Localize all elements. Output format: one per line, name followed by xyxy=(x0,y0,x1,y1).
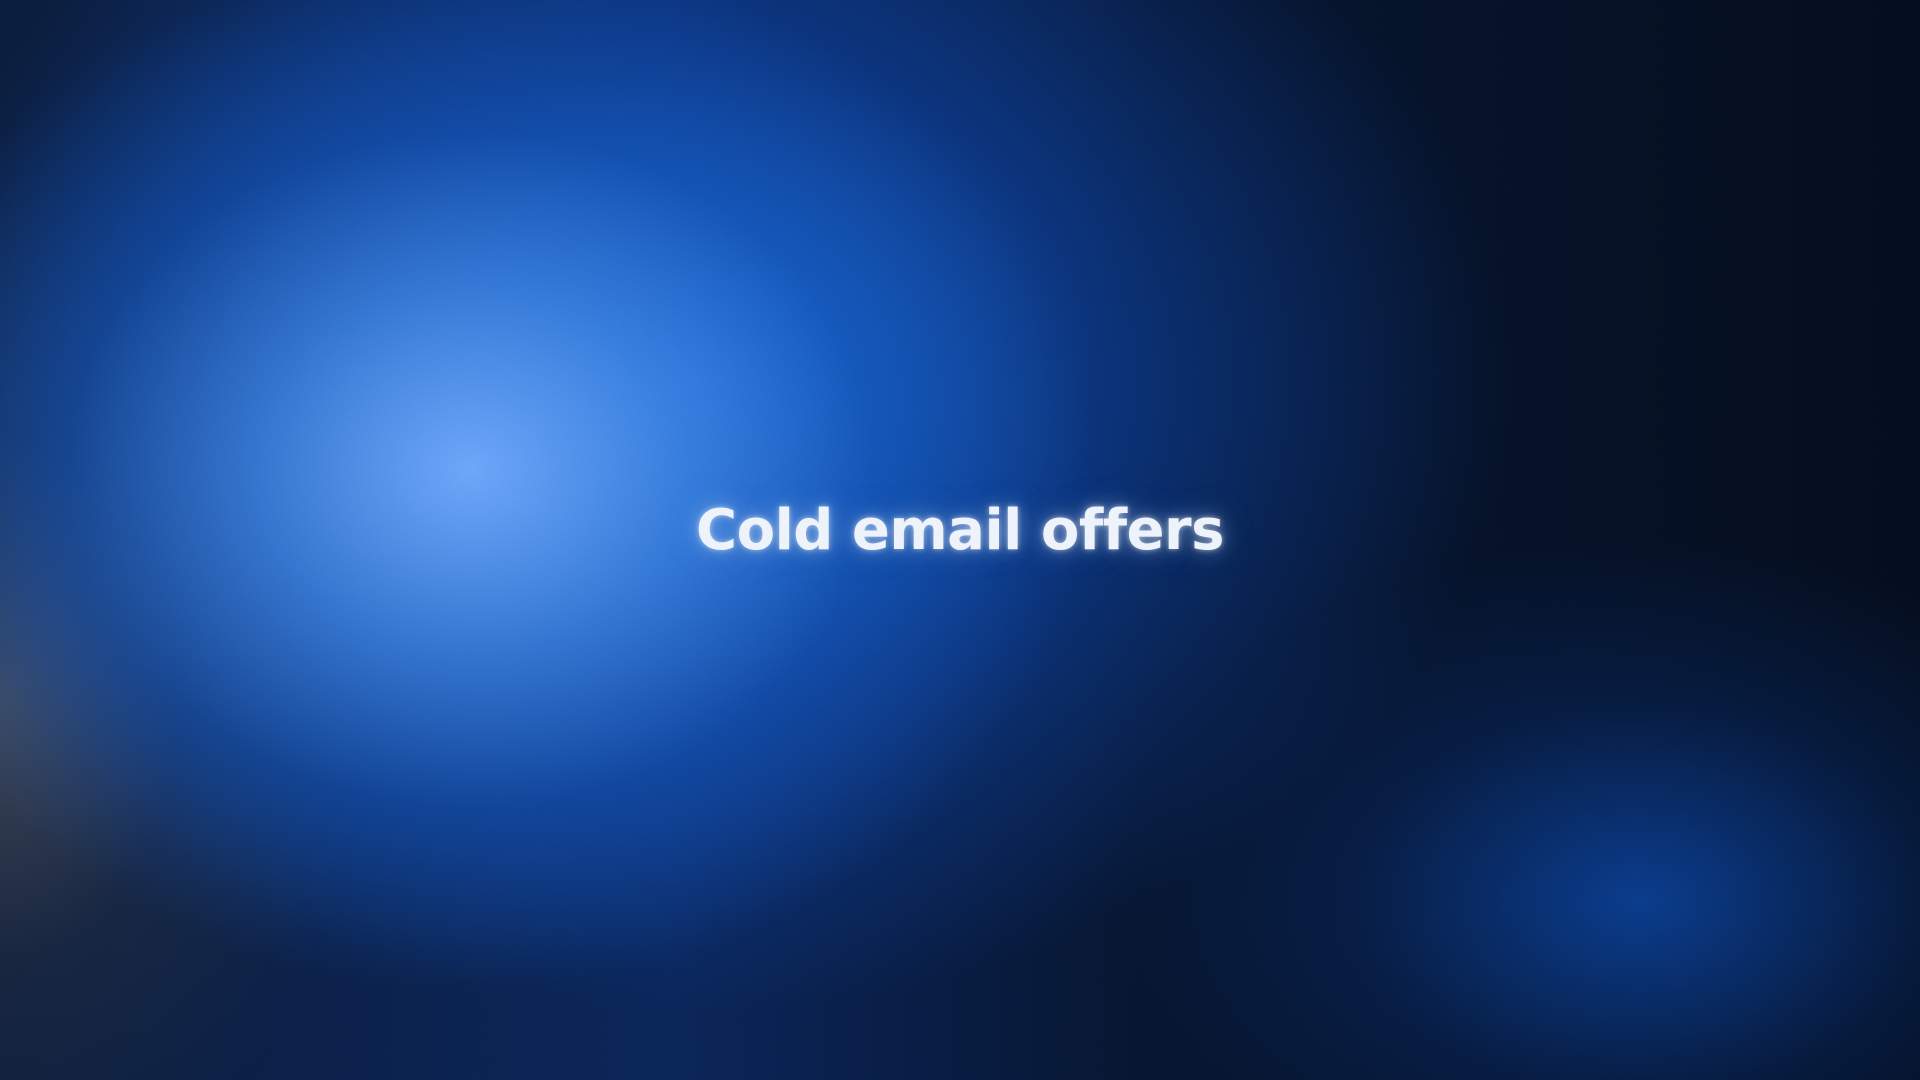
slide-background: Cold email offers xyxy=(0,0,1920,1080)
slide-title: Cold email offers xyxy=(696,498,1224,563)
